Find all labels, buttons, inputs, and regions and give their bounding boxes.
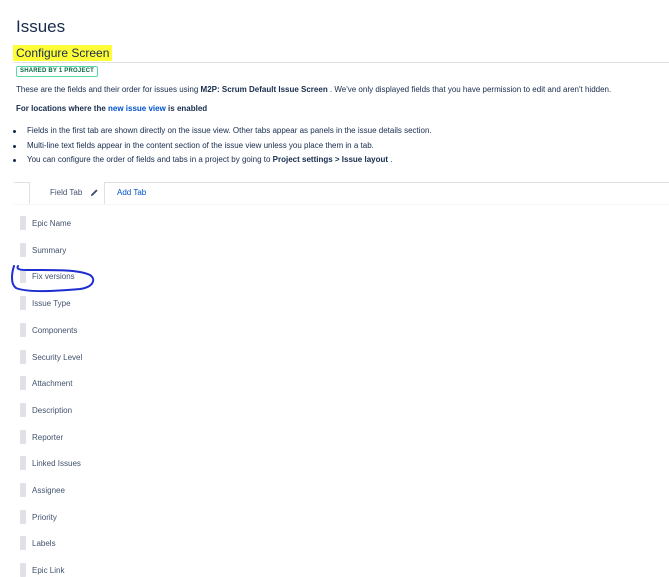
bullet-item: You can configure the order of fields an…	[12, 153, 432, 168]
drag-handle[interactable]	[20, 323, 26, 337]
field-name: Epic Link	[32, 566, 65, 575]
shared-badge[interactable]: SHARED BY 1 PROJECT	[16, 66, 99, 77]
field-row[interactable]: Security Level	[20, 350, 180, 364]
drag-handle[interactable]	[20, 483, 26, 497]
field-name: Assignee	[32, 486, 65, 495]
field-name: Security Level	[32, 353, 83, 362]
field-name: Reporter	[32, 433, 64, 442]
description-suffix: . We've only displayed fields that you h…	[327, 85, 612, 94]
field-name: Summary	[32, 246, 67, 255]
add-tab-link[interactable]: Add Tab	[117, 187, 146, 199]
drag-handle[interactable]	[20, 456, 26, 470]
project-settings-path: Project settings > Issue layout	[272, 155, 389, 164]
field-row[interactable]: Fix versions	[20, 269, 180, 283]
field-name: Issue Type	[32, 299, 71, 308]
screen-name: M2P: Scrum Default Issue Screen	[200, 85, 328, 94]
bullet-item: Fields in the first tab are shown direct…	[12, 124, 432, 139]
field-row[interactable]: Attachment	[20, 376, 180, 390]
field-row[interactable]: Assignee	[20, 483, 180, 497]
field-name: Linked Issues	[32, 459, 81, 468]
drag-handle[interactable]	[20, 350, 26, 364]
field-row[interactable]: Epic Name	[20, 216, 180, 230]
field-name: Labels	[32, 539, 56, 548]
description-prefix: These are the fields and their order for…	[16, 85, 201, 94]
page-title: Issues	[16, 17, 66, 36]
field-row[interactable]: Reporter	[20, 430, 180, 444]
tab-field-tab[interactable]: Field Tab	[29, 182, 105, 204]
field-row[interactable]: Labels	[20, 536, 180, 550]
drag-handle[interactable]	[20, 243, 26, 257]
field-name: Fix versions	[32, 272, 75, 281]
drag-handle[interactable]	[20, 376, 26, 390]
tab-bar-divider	[14, 182, 669, 183]
field-row[interactable]: Priority	[20, 510, 180, 524]
drag-handle[interactable]	[20, 430, 26, 444]
bullet-item: Multi-line text fields appear in the con…	[12, 139, 432, 154]
tab-content-divider	[14, 204, 669, 205]
tab-label: Field Tab	[50, 188, 83, 197]
field-row[interactable]: Description	[20, 403, 180, 417]
field-name: Priority	[32, 513, 57, 522]
screen-description: These are the fields and their order for…	[16, 84, 611, 95]
drag-handle[interactable]	[20, 403, 26, 417]
drag-handle[interactable]	[20, 563, 26, 577]
bullet-text: You can configure the order of fields an…	[27, 155, 273, 164]
drag-handle[interactable]	[20, 536, 26, 550]
drag-handle[interactable]	[20, 216, 26, 230]
field-name: Attachment	[32, 379, 73, 388]
pencil-icon[interactable]	[90, 188, 99, 197]
info-bullets: Fields in the first tab are shown direct…	[12, 124, 432, 168]
field-name: Description	[32, 406, 73, 415]
field-name: Components	[32, 326, 78, 335]
field-row[interactable]: Linked Issues	[20, 456, 180, 470]
field-row[interactable]: Epic Link	[20, 563, 180, 577]
title-divider	[14, 62, 669, 63]
locations-prefix: For locations where the	[16, 104, 109, 113]
new-issue-view-link[interactable]: new issue view	[108, 104, 166, 113]
drag-handle[interactable]	[20, 510, 26, 524]
field-name: Epic Name	[32, 219, 72, 228]
field-row[interactable]: Issue Type	[20, 296, 180, 310]
locations-heading: For locations where the new issue view i…	[16, 103, 207, 114]
drag-handle[interactable]	[20, 296, 26, 310]
drag-handle[interactable]	[20, 269, 26, 283]
field-row[interactable]: Components	[20, 323, 180, 337]
locations-suffix: is enabled	[165, 104, 208, 113]
bullet-text: .	[388, 155, 393, 164]
screen-title: Configure Screen	[13, 45, 113, 61]
field-row[interactable]: Summary	[20, 243, 180, 257]
